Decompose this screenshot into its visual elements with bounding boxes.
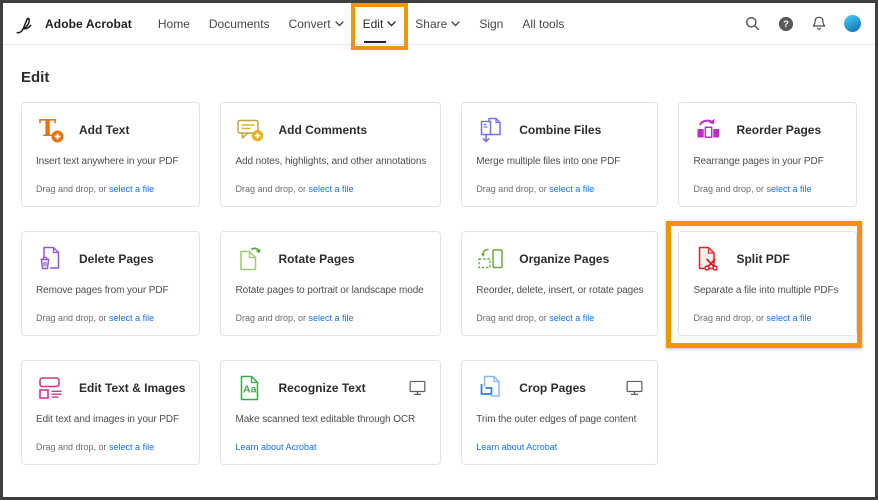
card-combine-files[interactable]: Combine Files Merge multiple files into … <box>461 102 659 207</box>
select-a-file-link[interactable]: select a file <box>109 442 154 452</box>
edit-text-images-icon <box>36 373 66 403</box>
nav-item-home[interactable]: Home <box>158 14 190 34</box>
chevron-down-icon <box>387 20 396 27</box>
card-description: Remove pages from your PDF <box>36 285 169 296</box>
nav-item-convert[interactable]: Convert <box>289 14 344 34</box>
card-title: Add Text <box>79 123 130 137</box>
card-recognize-text[interactable]: Aa Recognize Text Make scanned text edit… <box>220 360 442 465</box>
desktop-only-monitor-icon <box>409 380 426 396</box>
acrobat-web-window: Adobe Acrobat Home Documents Convert Edi… <box>0 0 878 500</box>
card-title: Add Comments <box>278 123 368 137</box>
card-description: Rotate pages to portrait or landscape mo… <box>235 285 424 296</box>
svg-text:?: ? <box>783 19 789 29</box>
card-title: Crop Pages <box>519 381 586 395</box>
card-reorder-pages[interactable]: Reorder Pages Rearrange pages in your PD… <box>678 102 857 207</box>
card-description: Separate a file into multiple PDFs <box>693 285 839 296</box>
svg-text:Aa: Aa <box>243 384 257 396</box>
page-title: Edit <box>21 69 50 86</box>
tool-card-grid: T Add Text Insert text anywhere in your … <box>21 102 862 465</box>
card-rotate-pages[interactable]: Rotate Pages Rotate pages to portrait or… <box>220 231 442 336</box>
select-a-file-link[interactable]: select a file <box>109 184 154 194</box>
card-footer: Drag and drop, or select a file <box>36 313 155 323</box>
card-footer: Drag and drop, or select a file <box>36 184 155 194</box>
learn-about-acrobat-link[interactable]: Learn about Acrobat <box>235 442 316 452</box>
card-footer: Drag and drop, or select a file <box>235 184 354 194</box>
select-a-file-link[interactable]: select a file <box>309 184 354 194</box>
select-a-file-link[interactable]: select a file <box>549 313 594 323</box>
card-split-pdf[interactable]: Split PDF Separate a file into multiple … <box>666 221 862 348</box>
card-footer: Learn about Acrobat <box>235 442 426 452</box>
card-footer: Drag and drop, or select a file <box>235 313 354 323</box>
edit-tools-page: Edit T Add Text Insert text anywhere in … <box>3 45 875 465</box>
adobe-acrobat-brand[interactable]: Adobe Acrobat <box>15 14 132 34</box>
card-edit-text-images[interactable]: Edit Text & Images Edit text and images … <box>21 360 201 465</box>
nav-menu: Home Documents Convert Edit Share Sign A… <box>158 3 564 50</box>
card-title: Split PDF <box>736 252 790 266</box>
select-a-file-link[interactable]: select a file <box>767 184 812 194</box>
nav-item-sign[interactable]: Sign <box>479 14 503 34</box>
select-a-file-link[interactable]: select a file <box>767 313 812 323</box>
card-footer: Learn about Acrobat <box>476 442 643 452</box>
recognize-text-icon: Aa <box>235 373 265 403</box>
help-icon[interactable]: ? <box>778 16 794 32</box>
card-description: Make scanned text editable through OCR <box>235 414 416 425</box>
card-title: Organize Pages <box>519 252 610 266</box>
card-add-comments[interactable]: Add Comments Add notes, highlights, and … <box>220 102 442 207</box>
card-footer: Drag and drop, or select a file <box>36 442 155 452</box>
delete-pages-icon <box>36 244 66 274</box>
card-description: Reorder, delete, insert, or rotate pages <box>476 285 644 296</box>
card-title: Rotate Pages <box>278 252 355 266</box>
card-description: Merge multiple files into one PDF <box>476 156 621 167</box>
card-footer: Drag and drop, or select a file <box>693 184 812 194</box>
reorder-pages-icon <box>693 115 723 145</box>
crop-pages-icon <box>476 373 506 403</box>
card-description: Trim the outer edges of page content <box>476 414 637 425</box>
chevron-down-icon <box>334 20 344 27</box>
combine-files-icon <box>476 115 506 145</box>
learn-about-acrobat-link[interactable]: Learn about Acrobat <box>476 442 557 452</box>
account-avatar[interactable] <box>844 15 861 32</box>
nav-utility-icons: ? <box>744 15 861 32</box>
card-title: Edit Text & Images <box>79 381 186 395</box>
card-title: Delete Pages <box>79 252 154 266</box>
card-description: Insert text anywhere in your PDF <box>36 156 179 167</box>
card-title: Reorder Pages <box>736 123 822 137</box>
organize-pages-icon <box>476 244 506 274</box>
select-a-file-link[interactable]: select a file <box>549 184 594 194</box>
empty-grid-cell <box>678 360 857 465</box>
search-icon[interactable] <box>744 15 761 32</box>
card-add-text[interactable]: T Add Text Insert text anywhere in your … <box>21 102 201 207</box>
chevron-down-icon <box>451 20 461 27</box>
select-a-file-link[interactable]: select a file <box>109 313 154 323</box>
card-description: Edit text and images in your PDF <box>36 414 179 425</box>
card-description: Rearrange pages in your PDF <box>693 156 824 167</box>
card-crop-pages[interactable]: Crop Pages Trim the outer edges of page … <box>461 360 659 465</box>
card-description: Add notes, highlights, and other annotat… <box>235 156 427 167</box>
select-a-file-link[interactable]: select a file <box>309 313 354 323</box>
nav-item-share[interactable]: Share <box>415 14 461 34</box>
nav-item-edit[interactable]: Edit <box>350 3 409 50</box>
card-organize-pages[interactable]: Organize Pages Reorder, delete, insert, … <box>461 231 659 336</box>
card-footer: Drag and drop, or select a file <box>476 313 595 323</box>
card-footer: Drag and drop, or select a file <box>476 184 595 194</box>
add-text-icon: T <box>36 115 66 145</box>
card-delete-pages[interactable]: Delete Pages Remove pages from your PDF … <box>21 231 201 336</box>
nav-item-documents[interactable]: Documents <box>209 14 270 34</box>
active-tab-underline <box>363 40 386 43</box>
acrobat-logo-icon <box>15 14 37 34</box>
card-title: Recognize Text <box>278 381 366 395</box>
nav-item-all-tools[interactable]: All tools <box>522 14 564 34</box>
add-comments-icon <box>235 115 265 145</box>
card-footer: Drag and drop, or select a file <box>693 313 812 323</box>
notifications-bell-icon[interactable] <box>811 15 827 32</box>
rotate-pages-icon <box>235 244 265 274</box>
card-title: Combine Files <box>519 123 602 137</box>
desktop-only-monitor-icon <box>626 380 643 396</box>
brand-name: Adobe Acrobat <box>45 16 132 31</box>
top-navigation-bar: Adobe Acrobat Home Documents Convert Edi… <box>3 3 875 50</box>
split-pdf-icon <box>693 244 723 274</box>
